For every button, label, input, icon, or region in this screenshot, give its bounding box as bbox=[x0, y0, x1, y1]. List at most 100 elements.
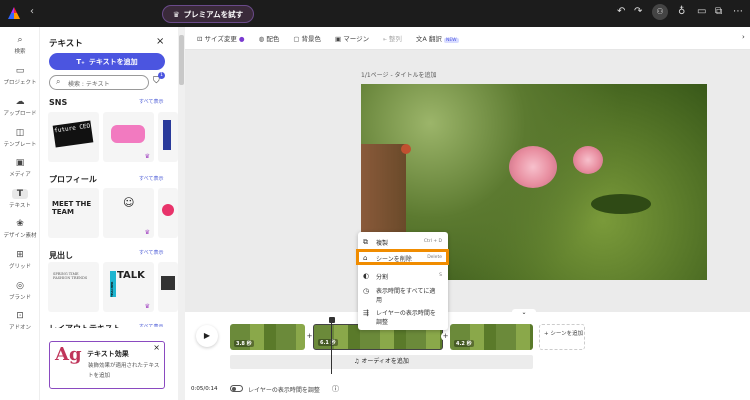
time-readout: 0:05/0:14 bbox=[191, 386, 218, 392]
playhead-line bbox=[331, 322, 332, 374]
scrollbar-thumb[interactable] bbox=[179, 35, 184, 85]
crown-icon: ♛ bbox=[144, 303, 150, 310]
folder-icon: ▭ bbox=[15, 66, 25, 76]
menu-item-apply-duration[interactable]: ◷ 表示時間をすべてに適用 bbox=[358, 287, 438, 305]
brand-icon: ◎ bbox=[16, 281, 24, 291]
text-template-card[interactable] bbox=[158, 262, 178, 312]
lightbulb-icon[interactable]: ♁ bbox=[678, 6, 685, 17]
grid-icon: ⊞ bbox=[16, 250, 24, 260]
play-button[interactable]: ▶ bbox=[196, 325, 218, 347]
chevron-right-icon[interactable]: › bbox=[742, 33, 745, 41]
new-badge: NEW bbox=[443, 38, 459, 43]
close-icon[interactable]: × bbox=[153, 343, 160, 352]
square-icon: ▢ bbox=[293, 35, 302, 43]
upload-icon: ☁ bbox=[15, 97, 25, 107]
section-title: レイアウトテキスト bbox=[49, 323, 121, 328]
menu-item-split[interactable]: ◐ 分割 S bbox=[358, 272, 448, 281]
toggle-label: レイヤーの表示時間を調整 bbox=[248, 387, 320, 394]
menu-item-layer-duration[interactable]: ⇶ レイヤーの表示時間を調整 bbox=[358, 309, 440, 327]
redo-icon[interactable]: ↷ bbox=[634, 6, 642, 17]
rail-projects[interactable]: ▭ プロジェクト bbox=[0, 66, 40, 86]
split-icon: ◐ bbox=[363, 272, 370, 280]
text-template-card[interactable]: MEET THE TEAM bbox=[48, 188, 99, 238]
invite-icon[interactable]: ⚇ bbox=[652, 4, 668, 20]
info-icon[interactable]: ⓘ bbox=[332, 384, 339, 394]
add-text-icon: T₊ bbox=[76, 57, 85, 66]
rail-search[interactable]: ⌕ 検索 bbox=[0, 35, 40, 55]
text-template-card[interactable]: future CEO bbox=[48, 112, 99, 162]
section-title: プロフィール bbox=[49, 175, 97, 184]
rail-media[interactable]: ▣ メディア bbox=[0, 158, 40, 178]
color-theme-button[interactable]: ◍ 配色 bbox=[259, 33, 280, 43]
crown-icon: ♛ bbox=[144, 229, 150, 236]
see-all-link[interactable]: すべて表示 bbox=[139, 323, 163, 327]
shapes-icon: ❀ bbox=[16, 219, 24, 229]
layers-timing-icon: ⇶ bbox=[363, 309, 369, 317]
section-title: SNS bbox=[49, 98, 68, 107]
page-title-label[interactable]: 1/1ページ - タイトルを追加 bbox=[361, 70, 437, 79]
rail-design-assets[interactable]: ❀ デザイン素材 bbox=[0, 219, 40, 239]
rail-brand[interactable]: ◎ ブランド bbox=[0, 281, 40, 301]
add-transition-button[interactable]: + bbox=[441, 332, 450, 341]
rail-grid[interactable]: ⊞ グリッド bbox=[0, 250, 40, 270]
context-menu: ⧉ 複製 Ctrl + D ⌂ シーンを削除 Delete ◐ 分割 S ◷ 表示時間をすべて… bbox=[356, 232, 449, 330]
text-template-card[interactable] bbox=[158, 112, 178, 162]
speech-bubble-graphic bbox=[111, 125, 145, 143]
align-button[interactable]: ⫦ 整列 bbox=[383, 33, 402, 44]
scene-clip[interactable]: 4.2 秒 bbox=[450, 324, 533, 350]
rail-templates[interactable]: ◫ テンプレート bbox=[0, 128, 40, 148]
see-all-link[interactable]: すべて表示 bbox=[139, 98, 163, 105]
chevron-left-icon[interactable]: ‹ bbox=[30, 6, 34, 17]
text-template-card[interactable] bbox=[158, 188, 178, 238]
translate-icon: 文A bbox=[415, 35, 429, 43]
playhead-handle[interactable] bbox=[329, 317, 335, 323]
text-template-card[interactable]: ☺ ♛ bbox=[103, 188, 154, 238]
text-template-card[interactable]: SPRING TIME FASHION TRENDS bbox=[48, 262, 99, 312]
see-all-link[interactable]: すべて表示 bbox=[139, 249, 163, 256]
add-audio-button[interactable]: ♫ オーディオを追加 bbox=[230, 355, 533, 369]
margin-button[interactable]: ▣ マージン bbox=[335, 33, 369, 43]
more-icon[interactable]: ⋯ bbox=[733, 6, 743, 17]
crown-icon: ♛ bbox=[172, 9, 180, 19]
clock-icon: ◷ bbox=[363, 287, 370, 295]
rail-addons[interactable]: ⊡ アドオン bbox=[0, 311, 40, 331]
layer-duration-toggle[interactable] bbox=[230, 385, 243, 392]
rail-upload[interactable]: ☁ アップロード bbox=[0, 97, 40, 117]
search-input[interactable]: ⌕ 検索 : テキスト bbox=[49, 75, 149, 90]
toolbar: ⊡ サイズ変更 ● ◍ 配色 ▢ 背景色 ▣ マージン ⫦ 整列 文A 翻訳 N… bbox=[185, 27, 750, 50]
filter-badge: 1 bbox=[158, 72, 165, 79]
premium-icon: ● bbox=[238, 35, 245, 43]
share-icon[interactable]: ⧉ bbox=[715, 6, 722, 17]
duplicate-icon: ⧉ bbox=[363, 238, 368, 246]
search-icon: ⌕ bbox=[17, 35, 23, 45]
comment-icon[interactable]: ▭ bbox=[697, 6, 706, 17]
see-all-link[interactable]: すべて表示 bbox=[139, 175, 163, 182]
rail-text[interactable]: T テキスト bbox=[0, 189, 40, 209]
menu-item-duplicate[interactable]: ⧉ 複製 Ctrl + D bbox=[358, 238, 448, 247]
menu-item-delete-scene[interactable]: ⌂ シーンを削除 Delete bbox=[358, 254, 448, 263]
text-panel: テキスト × T₊ テキストを追加 ⌕ 検索 : テキスト ⛉ 1 SNS すべて表… bbox=[40, 27, 178, 400]
resize-button[interactable]: ⊡ サイズ変更 ● bbox=[197, 33, 245, 43]
text-template-card[interactable]: ♛ bbox=[103, 112, 154, 162]
addon-icon: ⊡ bbox=[16, 311, 24, 321]
template-icon: ◫ bbox=[15, 128, 25, 138]
add-scene-button[interactable]: + シーンを追加 bbox=[539, 324, 585, 350]
background-color-button[interactable]: ▢ 背景色 bbox=[293, 33, 321, 43]
search-icon: ⌕ bbox=[56, 77, 61, 86]
left-rail: ⌕ 検索 ▭ プロジェクト ☁ アップロード ◫ テンプレート ▣ メディア T テキスト … bbox=[0, 27, 40, 400]
premium-button[interactable]: ♛ プレミアムを試す bbox=[162, 5, 254, 23]
text-icon: T bbox=[12, 189, 28, 199]
add-text-button[interactable]: T₊ テキストを追加 bbox=[49, 53, 165, 70]
text-template-card[interactable]: TEACHER TALK ♛ bbox=[103, 262, 154, 312]
close-icon[interactable]: × bbox=[156, 36, 164, 47]
panel-title: テキスト bbox=[49, 39, 83, 49]
resize-icon: ⊡ bbox=[197, 35, 205, 43]
collapse-chevron-icon[interactable]: ⌄ bbox=[512, 309, 536, 317]
section-title: 見出し bbox=[49, 251, 73, 260]
text-effects-card[interactable]: Ag テキスト効果 装飾効果が適用されたテキストを追加 × bbox=[49, 341, 165, 389]
translate-button[interactable]: 文A 翻訳 NEW bbox=[416, 33, 459, 43]
undo-icon[interactable]: ↶ bbox=[617, 6, 625, 17]
avatar-illustration: ☺ bbox=[123, 196, 135, 209]
scene-clip[interactable]: 3.8 秒 bbox=[230, 324, 305, 350]
crown-icon: ♛ bbox=[144, 153, 150, 160]
